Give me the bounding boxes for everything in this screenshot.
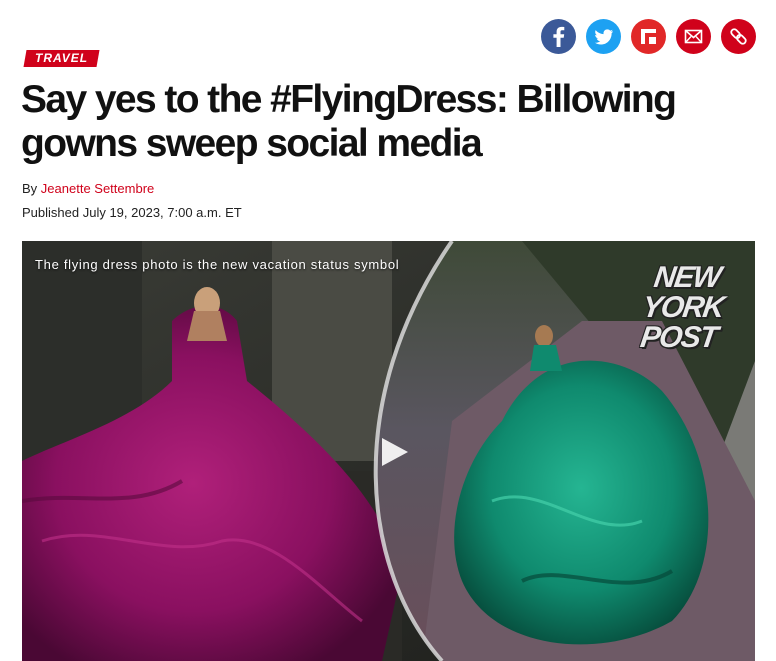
headline-line-1: Say yes to the #FlyingDress: Billowing [21, 78, 677, 121]
flipboard-icon [641, 29, 656, 44]
facebook-share-button[interactable] [541, 19, 576, 54]
byline-prefix: By [22, 181, 38, 196]
logo-line-2: YORK [640, 291, 726, 324]
email-share-button[interactable] [676, 19, 711, 54]
twitter-icon [595, 29, 613, 45]
copy-link-button[interactable] [721, 19, 756, 54]
logo-line-3: POST [638, 321, 719, 354]
author-link[interactable]: Jeanette Settembre [41, 181, 154, 196]
published-date: Published July 19, 2023, 7:00 a.m. ET [22, 205, 242, 220]
link-icon [730, 28, 747, 45]
play-button[interactable] [367, 427, 417, 477]
headline: Say yes to the #FlyingDress: Billowing g… [21, 78, 761, 166]
byline: By Jeanette Settembre [22, 181, 154, 196]
flipboard-share-button[interactable] [631, 19, 666, 54]
logo-line-1: NEW [651, 261, 723, 294]
new-york-post-logo: NEW YORK POST [625, 261, 739, 363]
video-player[interactable]: The flying dress photo is the new vacati… [22, 241, 755, 661]
section-tag[interactable]: TRAVEL [23, 50, 100, 67]
email-icon [684, 29, 703, 44]
facebook-icon [553, 26, 565, 47]
twitter-share-button[interactable] [586, 19, 621, 54]
play-icon [382, 438, 408, 466]
share-bar [541, 19, 756, 54]
video-title: The flying dress photo is the new vacati… [35, 257, 400, 272]
headline-line-2: gowns sweep social media [21, 122, 483, 165]
section-tag-label: TRAVEL [35, 51, 89, 65]
